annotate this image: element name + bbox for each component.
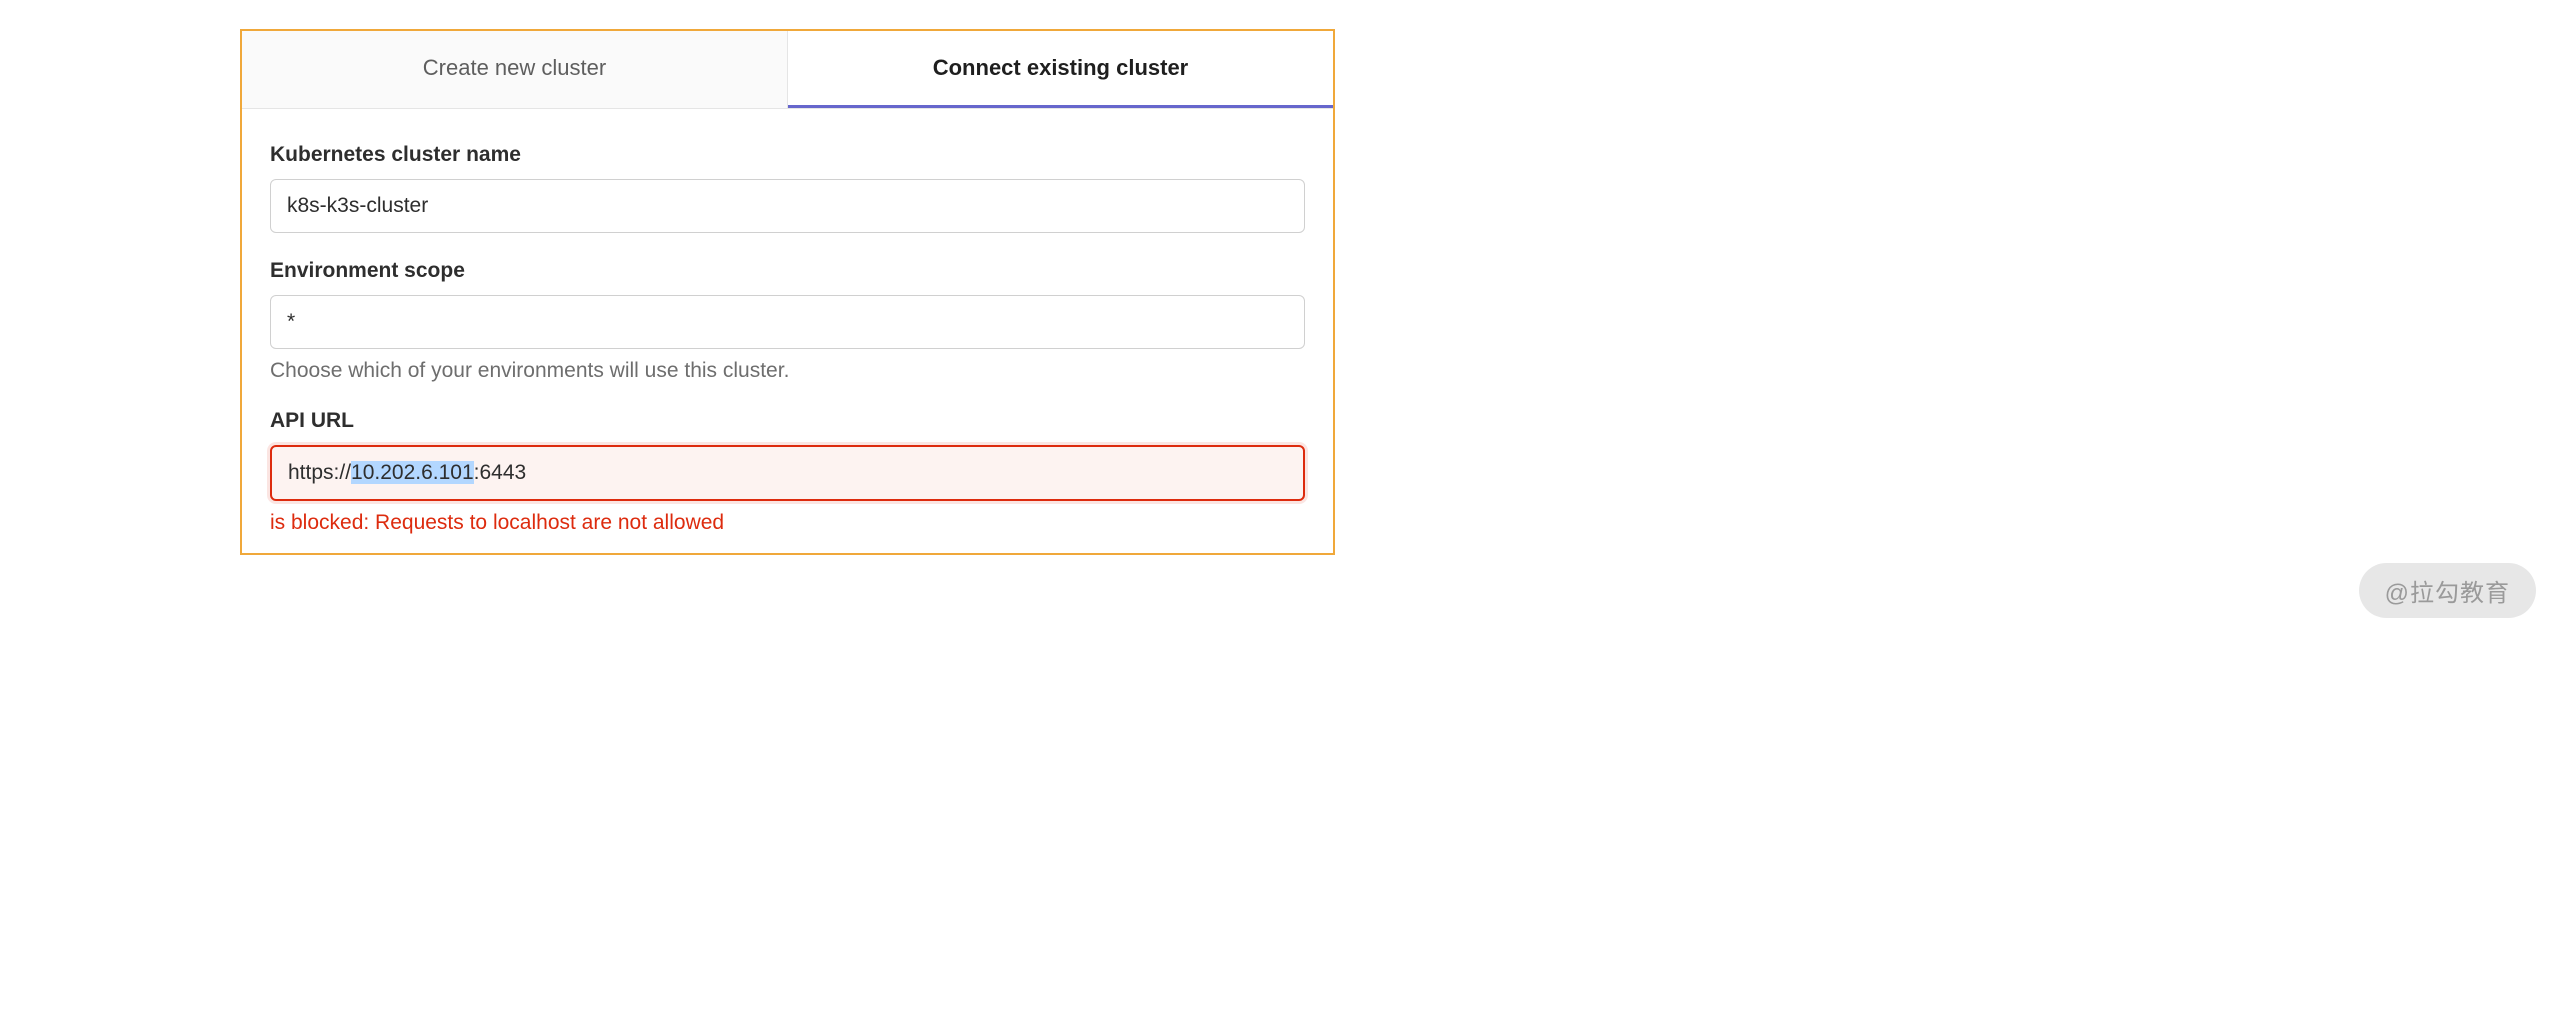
environment-scope-input[interactable] [270,295,1305,349]
tab-connect-cluster[interactable]: Connect existing cluster [788,31,1333,108]
api-url-group: API URL https://10.202.6.101:6443 is blo… [270,409,1305,535]
api-url-input-wrap[interactable]: https://10.202.6.101:6443 [270,445,1305,501]
api-url-label: API URL [270,409,1305,433]
cluster-config-panel: Create new cluster Connect existing clus… [240,29,1335,555]
api-url-suffix: :6443 [474,461,527,484]
environment-scope-help: Choose which of your environments will u… [270,359,1305,383]
cluster-name-group: Kubernetes cluster name [270,143,1305,233]
form-content: Kubernetes cluster name Environment scop… [242,109,1333,553]
tabs-row: Create new cluster Connect existing clus… [242,31,1333,109]
environment-scope-label: Environment scope [270,259,1305,283]
api-url-prefix: https:// [288,461,351,484]
tab-create-cluster[interactable]: Create new cluster [242,31,788,108]
api-url-selection: 10.202.6.101 [351,461,474,484]
cluster-name-input[interactable] [270,179,1305,233]
api-url-input[interactable]: https://10.202.6.101:6443 [274,449,1301,497]
environment-scope-group: Environment scope Choose which of your e… [270,259,1305,383]
cluster-name-label: Kubernetes cluster name [270,143,1305,167]
watermark-badge: @拉勾教育 [2359,563,2536,618]
api-url-error: is blocked: Requests to localhost are no… [270,511,1305,535]
